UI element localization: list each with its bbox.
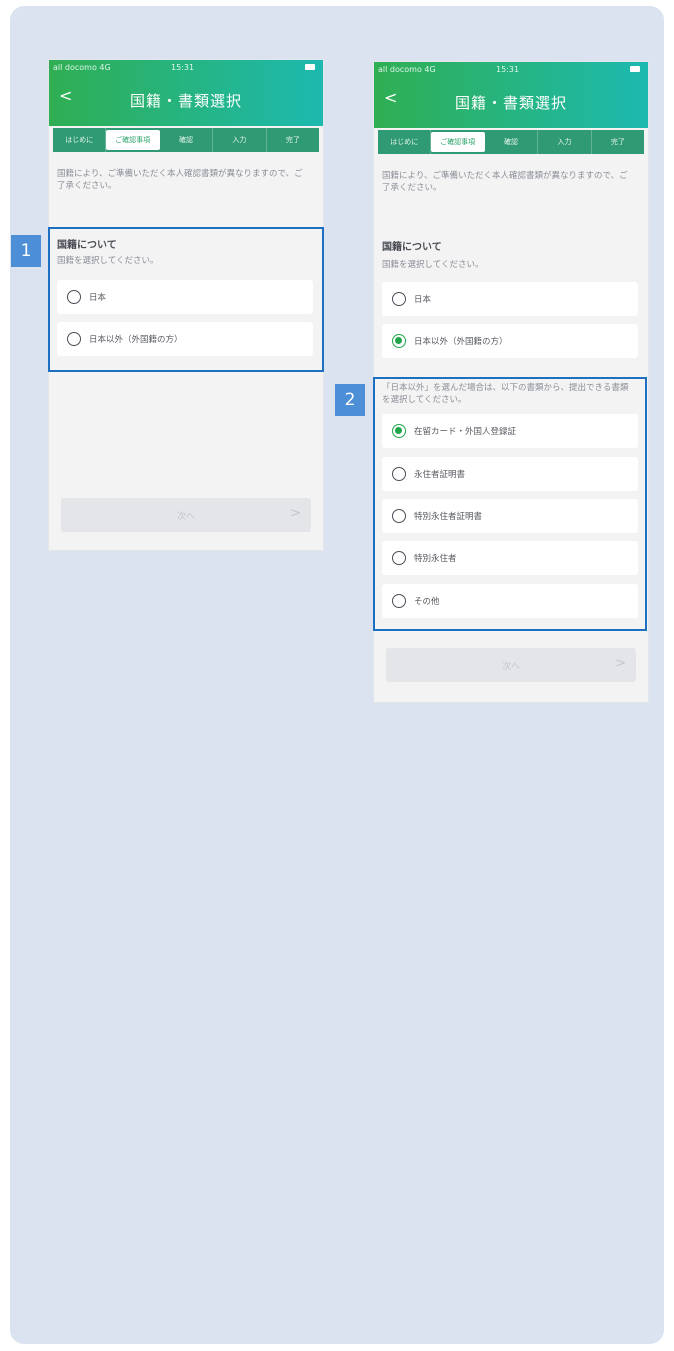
status-bar: all docomo 4G 15:31 [49, 60, 323, 76]
step-5: 完了 [285, 136, 300, 144]
option-label: 日本以外（外国籍の方） [414, 337, 508, 347]
step-badge-1: 1 [11, 235, 41, 267]
step-indicator: はじめに ご確認事項 確認 入力 完了 [53, 128, 319, 152]
battery-icon [630, 66, 640, 72]
next-button[interactable]: 次へ > [386, 648, 636, 682]
option-japan[interactable]: 日本 [382, 282, 638, 316]
section-title: 国籍について [382, 242, 442, 253]
page-title: 国籍・書類選択 [129, 92, 242, 110]
step-4: 入力 [213, 128, 267, 152]
step-3: 確認 [160, 128, 214, 152]
carrier-label: all docomo 4G [378, 65, 436, 74]
highlight-box-2 [373, 377, 647, 631]
chevron-right-icon: > [615, 656, 626, 671]
section-subtitle: 国籍を選択してください。 [382, 260, 484, 270]
radio-icon[interactable] [392, 292, 406, 306]
next-button[interactable]: 次へ > [61, 498, 311, 532]
app-header: all docomo 4G 15:31 < 国籍・書類選択 [49, 60, 323, 126]
intro-text: 国籍により、ご準備いただく本人確認書類が異なりますので、ご了承ください。 [57, 169, 303, 191]
option-label: 日本 [414, 295, 432, 305]
carrier-label: all docomo 4G [53, 63, 111, 72]
next-label: 次へ [176, 512, 195, 522]
clock: 15:31 [171, 63, 195, 72]
page-title: 国籍・書類選択 [454, 94, 567, 112]
step-3: 確認 [485, 130, 539, 154]
step-badge-2: 2 [335, 384, 365, 416]
step-4: 入力 [538, 130, 592, 154]
clock: 15:31 [496, 65, 520, 74]
step-1: はじめに [378, 130, 432, 154]
radio-selected-icon[interactable] [392, 334, 406, 348]
intro-text: 国籍により、ご準備いただく本人確認書類が異なりますので、ご了承ください。 [382, 171, 628, 193]
step-2-active: ご確認事項 [106, 130, 160, 150]
step-1: はじめに [53, 128, 107, 152]
highlight-box-1 [48, 227, 324, 372]
battery-icon [305, 64, 315, 70]
chevron-right-icon: > [290, 506, 301, 521]
step-5: 完了 [610, 138, 625, 146]
app-header: all docomo 4G 15:31 < 国籍・書類選択 [374, 62, 648, 128]
status-bar: all docomo 4G 15:31 [374, 62, 648, 78]
step-2-active: ご確認事項 [431, 132, 485, 152]
next-label: 次へ [501, 662, 520, 672]
step-indicator: はじめに ご確認事項 確認 入力 完了 [378, 130, 644, 154]
option-non-japan-selected[interactable]: 日本以外（外国籍の方） [382, 324, 638, 358]
